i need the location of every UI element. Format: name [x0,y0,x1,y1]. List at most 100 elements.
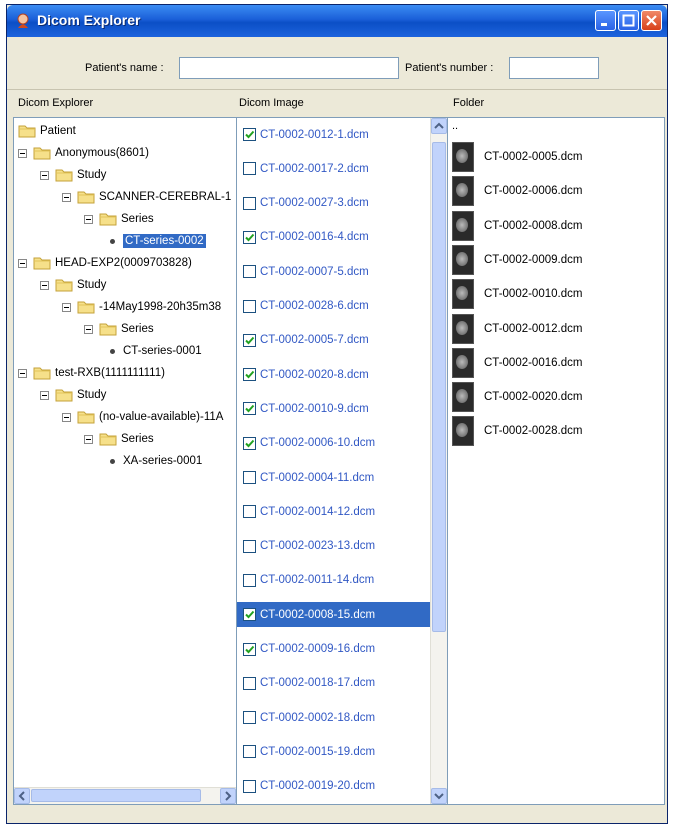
scroll-left-button[interactable] [14,788,30,804]
dicom-image-panel[interactable]: CT-0002-0012-1.dcm CT-0002-0017-2.dcm CT-0… [236,117,448,805]
image-checkbox[interactable] [243,196,256,210]
folder-file-item[interactable]: CT-0002-0006.dcm [452,174,582,208]
folder-file-item[interactable]: CT-0002-0005.dcm [452,140,582,174]
patient-number-input[interactable] [509,57,599,79]
tree-collapse-icon[interactable] [84,324,93,334]
tree-node[interactable]: -14May1998-20h35m38 [62,298,221,316]
image-row[interactable]: CT-0002-0008-15.dcm [237,602,431,628]
maximize-button[interactable] [618,10,639,31]
tree-node[interactable]: Series [84,320,154,338]
image-checkbox[interactable] [243,642,256,656]
tree-node[interactable]: Patient [18,122,76,140]
folder-file-item[interactable]: CT-0002-0028.dcm [452,414,582,448]
tree-node[interactable]: CT-series-0002 [110,232,206,250]
image-checkbox[interactable] [243,711,256,725]
image-row[interactable]: CT-0002-0015-19.dcm [237,739,431,764]
tree-node[interactable]: Study [40,276,106,294]
close-button[interactable] [641,10,662,31]
folder-file-item[interactable]: CT-0002-0010.dcm [452,277,582,311]
image-row[interactable]: CT-0002-0004-11.dcm [237,465,431,490]
title-bar[interactable]: Dicom Explorer [7,5,667,37]
scroll-up-button[interactable] [431,118,447,134]
tree-collapse-icon[interactable] [18,368,27,378]
tree-collapse-icon[interactable] [62,192,71,202]
image-checkbox[interactable] [243,573,256,587]
image-checkbox[interactable] [243,162,256,176]
tree-node-label: Study [77,389,107,401]
minimize-button[interactable] [595,10,616,31]
scroll-right-button[interactable] [220,788,236,804]
folder-file-item[interactable]: CT-0002-0020.dcm [452,380,582,414]
tree-node[interactable]: (no-value-available)-11A [62,408,223,426]
horizontal-scroll-thumb[interactable] [31,789,201,802]
image-row[interactable]: CT-0002-0020-8.dcm [237,362,431,387]
parent-folder-link[interactable]: .. [452,120,458,132]
image-row[interactable]: CT-0002-0007-5.dcm [237,259,431,284]
image-checkbox[interactable] [243,436,256,450]
tree-collapse-icon[interactable] [62,302,71,312]
folder-icon [33,366,51,380]
image-checkbox[interactable] [243,471,256,484]
folder-icon [33,146,51,160]
image-checkbox[interactable] [243,265,256,279]
folder-file-item[interactable]: CT-0002-0016.dcm [452,346,582,380]
image-row[interactable]: CT-0002-0023-13.dcm [237,534,431,559]
image-checkbox[interactable] [243,505,256,519]
image-row[interactable]: CT-0002-0018-17.dcm [237,671,431,696]
image-row[interactable]: CT-0002-0017-2.dcm [237,156,431,181]
image-row[interactable]: CT-0002-0014-12.dcm [237,499,431,524]
patient-name-input[interactable] [179,57,399,79]
folder-file-item[interactable]: CT-0002-0012.dcm [452,312,582,346]
image-checkbox[interactable] [243,779,256,793]
image-checkbox[interactable] [243,608,256,622]
tree-collapse-icon[interactable] [40,170,49,180]
tree-collapse-icon[interactable] [84,214,93,224]
tree-node[interactable]: test-RXB(1111111111) [18,364,165,382]
image-row[interactable]: CT-0002-0002-18.dcm [237,705,431,730]
tree-collapse-icon[interactable] [18,148,27,158]
image-list-scrollbar[interactable] [430,118,447,804]
image-row[interactable]: CT-0002-0028-6.dcm [237,294,431,319]
tree-node[interactable]: Series [84,210,154,228]
tree-collapse-icon[interactable] [18,258,27,268]
tree-node[interactable]: CT-series-0001 [110,342,202,360]
tree-node[interactable]: Anonymous(8601) [18,144,149,162]
tree-collapse-icon[interactable] [40,390,49,400]
image-checkbox[interactable] [243,299,256,313]
image-row[interactable]: CT-0002-0011-14.dcm [237,568,431,593]
vertical-scroll-thumb[interactable] [432,142,446,632]
image-checkbox[interactable] [243,402,256,416]
image-checkbox[interactable] [243,676,256,690]
folder-file-item[interactable]: CT-0002-0008.dcm [452,209,582,243]
scroll-down-button[interactable] [431,788,447,804]
image-row[interactable]: CT-0002-0012-1.dcm [237,122,431,147]
tree-node[interactable]: Study [40,386,106,404]
folder-file-item[interactable]: CT-0002-0009.dcm [452,243,582,277]
tree-node[interactable]: Study [40,166,106,184]
image-row[interactable]: CT-0002-0010-9.dcm [237,396,431,421]
image-row[interactable]: CT-0002-0009-16.dcm [237,637,431,662]
image-checkbox[interactable] [243,333,256,347]
tree-horizontal-scrollbar[interactable] [14,787,236,804]
dicom-tree-panel[interactable]: Patient Anonymous(8601) Study SCANNER-CEREB… [13,117,237,805]
image-row[interactable]: CT-0002-0005-7.dcm [237,328,431,353]
image-row[interactable]: CT-0002-0027-3.dcm [237,191,431,216]
image-checkbox[interactable] [243,368,256,382]
tree-collapse-icon[interactable] [84,434,93,444]
folder-panel[interactable]: .. CT-0002-0005.dcm CT-0002-0006.dcm CT-00… [447,117,665,805]
image-checkbox[interactable] [243,745,256,759]
tree-node[interactable]: XA-series-0001 [110,452,202,470]
folder-icon [55,388,73,402]
tree-node[interactable]: Series [84,430,154,448]
image-row[interactable]: CT-0002-0006-10.dcm [237,431,431,456]
image-checkbox[interactable] [243,539,256,553]
image-row[interactable]: CT-0002-0019-20.dcm [237,774,431,799]
tree-collapse-icon[interactable] [62,412,71,422]
image-row[interactable]: CT-0002-0016-4.dcm [237,225,431,250]
tree-node[interactable]: HEAD-EXP2(0009703828) [18,254,192,272]
tree-node[interactable]: SCANNER-CEREBRAL-1 [62,188,231,206]
image-filename: CT-0002-0027-3.dcm [260,197,369,210]
image-checkbox[interactable] [243,230,256,244]
image-checkbox[interactable] [243,128,256,141]
tree-collapse-icon[interactable] [40,280,49,290]
